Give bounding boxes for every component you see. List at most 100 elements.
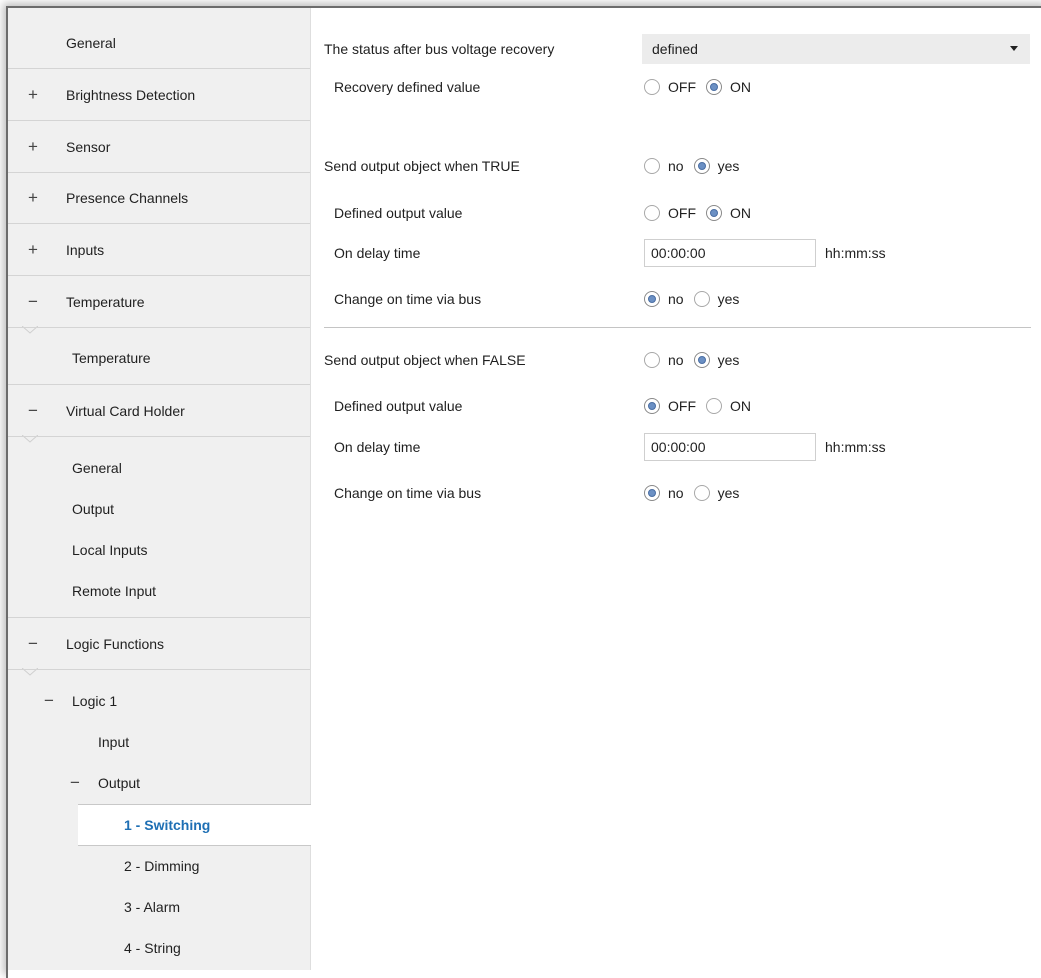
send-when-false-radio-group: no yes xyxy=(644,352,749,368)
param-label: Defined output value xyxy=(334,398,463,414)
plus-icon[interactable]: + xyxy=(26,188,40,208)
radio-label: no xyxy=(668,158,684,174)
radio-button[interactable] xyxy=(644,205,660,221)
radio-label: ON xyxy=(730,398,751,414)
radio-label: OFF xyxy=(668,205,696,221)
radio-button[interactable] xyxy=(693,291,710,307)
plus-icon[interactable]: + xyxy=(26,137,40,157)
divider xyxy=(8,275,310,276)
sidebar-item-label: Temperature xyxy=(72,350,151,366)
sidebar-subitem-switching-selected[interactable]: 1 - Switching xyxy=(78,804,311,846)
sidebar-subitem-dimming[interactable]: 2 - Dimming xyxy=(124,846,199,886)
radio-button-selected[interactable] xyxy=(706,79,722,95)
minus-icon[interactable]: − xyxy=(68,773,82,793)
sidebar-subitem-remote-input[interactable]: Remote Input xyxy=(72,571,156,611)
sidebar-item-label: 4 - String xyxy=(124,940,181,956)
param-row-recovery-defined-value: Recovery defined value OFF ON xyxy=(311,72,1031,102)
radio-button-selected[interactable] xyxy=(644,485,660,501)
sidebar-subitem-local-inputs[interactable]: Local Inputs xyxy=(72,530,148,570)
radio-on[interactable]: ON xyxy=(706,79,751,95)
radio-button[interactable] xyxy=(644,79,660,95)
minus-icon[interactable]: − xyxy=(26,292,40,312)
radio-on[interactable]: ON xyxy=(706,398,751,414)
sidebar-subitem-general[interactable]: General xyxy=(72,448,122,488)
param-row-true-defined-output-value: Defined output value OFF ON xyxy=(311,198,1031,228)
radio-yes[interactable]: yes xyxy=(693,158,740,174)
sidebar-item-temperature[interactable]: − Temperature xyxy=(8,277,310,327)
sidebar-item-label: Output xyxy=(72,501,115,517)
sidebar-item-label: Input xyxy=(98,734,130,750)
minus-icon[interactable]: − xyxy=(26,634,40,654)
false-defined-output-radio-group: OFF ON xyxy=(644,398,761,414)
radio-label: OFF xyxy=(668,398,696,414)
radio-no[interactable]: no xyxy=(644,485,684,501)
radio-yes[interactable]: yes xyxy=(693,291,740,307)
radio-yes[interactable]: yes xyxy=(693,485,739,501)
radio-button-selected[interactable] xyxy=(706,205,722,221)
radio-label: yes xyxy=(717,158,740,174)
radio-label: OFF xyxy=(668,79,696,95)
radio-button-selected[interactable] xyxy=(644,398,660,414)
plus-icon[interactable]: + xyxy=(26,85,40,105)
sidebar-item-sensor[interactable]: + Sensor xyxy=(8,122,310,172)
sidebar-item-brightness-detection[interactable]: + Brightness Detection xyxy=(8,70,310,120)
sidebar-subitem-input[interactable]: Input xyxy=(98,722,129,762)
unit-label: hh:mm:ss xyxy=(825,245,886,261)
radio-off[interactable]: OFF xyxy=(644,79,696,95)
divider xyxy=(8,120,310,121)
section-divider xyxy=(324,327,1031,328)
divider xyxy=(8,223,310,224)
sidebar-item-label: Remote Input xyxy=(72,583,157,599)
radio-label: yes xyxy=(717,291,740,307)
input-value: 00:00:00 xyxy=(651,439,706,455)
radio-button[interactable] xyxy=(644,352,660,368)
sidebar-item-virtual-card-holder[interactable]: − Virtual Card Holder xyxy=(8,386,310,436)
send-when-true-radio-group: no yes xyxy=(644,158,749,174)
radio-button[interactable] xyxy=(644,158,660,174)
sidebar-item-logic-functions[interactable]: − Logic Functions xyxy=(8,619,310,669)
sidebar-item-general[interactable]: General xyxy=(8,18,310,68)
sidebar-subitem-output-group[interactable]: − Output xyxy=(68,763,140,803)
sidebar-subitem-output[interactable]: Output xyxy=(72,489,114,529)
window-frame: General + Brightness Detection + Sensor … xyxy=(6,6,1041,978)
param-label: On delay time xyxy=(334,245,421,261)
sidebar-subitem-logic-1[interactable]: − Logic 1 xyxy=(42,681,117,721)
sidebar-item-label: 2 - Dimming xyxy=(124,858,200,874)
divider xyxy=(8,436,310,437)
radio-button-selected[interactable] xyxy=(693,352,710,368)
plus-icon[interactable]: + xyxy=(26,240,40,260)
param-label: The status after bus voltage recovery xyxy=(324,41,555,57)
sidebar-item-label: General xyxy=(66,35,116,51)
radio-off[interactable]: OFF xyxy=(644,205,696,221)
sidebar-subitem-temperature[interactable]: Temperature xyxy=(72,338,151,378)
radio-no[interactable]: no xyxy=(644,352,684,368)
radio-on[interactable]: ON xyxy=(706,205,751,221)
sidebar-item-label: Logic Functions xyxy=(66,636,165,652)
radio-label: yes xyxy=(717,352,740,368)
sidebar-subitem-string[interactable]: 4 - String xyxy=(124,928,181,968)
minus-icon[interactable]: − xyxy=(26,401,40,421)
sidebar-item-presence-channels[interactable]: + Presence Channels xyxy=(8,173,310,223)
radio-button[interactable] xyxy=(706,398,722,414)
sidebar-subitem-alarm[interactable]: 3 - Alarm xyxy=(124,887,180,927)
sidebar-item-label: 1 - Switching xyxy=(124,817,211,833)
radio-button-selected[interactable] xyxy=(693,158,710,174)
param-row-send-when-true: Send output object when TRUE no yes xyxy=(311,151,1031,181)
param-label: Change on time via bus xyxy=(334,291,482,307)
radio-no[interactable]: no xyxy=(644,291,684,307)
false-on-delay-input[interactable]: 00:00:00 xyxy=(644,433,816,461)
radio-label: no xyxy=(668,291,684,307)
radio-no[interactable]: no xyxy=(644,158,684,174)
radio-off[interactable]: OFF xyxy=(644,398,696,414)
sidebar-item-inputs[interactable]: + Inputs xyxy=(8,225,310,275)
radio-yes[interactable]: yes xyxy=(693,352,740,368)
status-after-recovery-dropdown[interactable]: defined xyxy=(642,34,1030,64)
param-row-true-change-via-bus: Change on time via bus no yes xyxy=(311,284,1031,314)
radio-button-selected[interactable] xyxy=(644,291,660,307)
sidebar-item-label: Virtual Card Holder xyxy=(66,403,185,419)
minus-icon[interactable]: − xyxy=(42,691,56,711)
sidebar-item-label: 3 - Alarm xyxy=(124,899,181,915)
radio-button[interactable] xyxy=(693,485,710,501)
param-row-false-defined-output-value: Defined output value OFF ON xyxy=(311,391,1031,421)
true-on-delay-input[interactable]: 00:00:00 xyxy=(644,239,816,267)
